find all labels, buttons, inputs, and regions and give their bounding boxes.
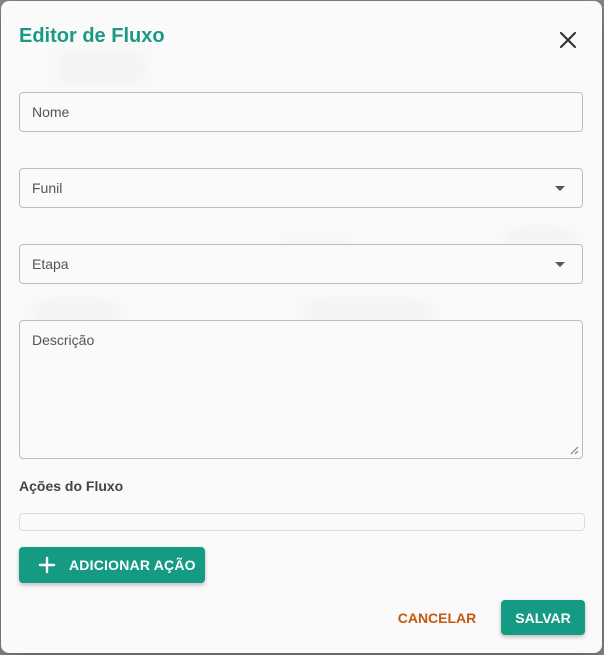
name-field[interactable]: Nome (19, 92, 583, 132)
dialog-title: Editor de Fluxo (19, 25, 165, 47)
add-action-button[interactable]: ADICIONAR AÇÃO (19, 547, 205, 583)
chevron-down-icon (555, 186, 565, 191)
stage-select[interactable]: Etapa (19, 244, 583, 284)
description-placeholder: Descrição (32, 332, 95, 348)
background-blur (56, 51, 146, 85)
resize-handle-icon[interactable] (570, 446, 579, 455)
description-textarea[interactable]: Descrição (19, 320, 583, 459)
plus-icon (38, 556, 56, 574)
stage-placeholder: Etapa (32, 256, 69, 272)
funnel-placeholder: Funil (32, 180, 63, 196)
cancel-button[interactable]: CANCELAR (393, 601, 481, 635)
close-icon[interactable] (557, 29, 579, 51)
save-button[interactable]: SALVAR (501, 600, 585, 635)
flow-actions-list (19, 513, 585, 531)
chevron-down-icon (555, 262, 565, 267)
name-placeholder: Nome (32, 104, 70, 120)
funnel-select[interactable]: Funil (19, 168, 583, 208)
add-action-label: ADICIONAR AÇÃO (69, 557, 196, 573)
flow-editor-dialog: Editor de Fluxo Nome Funil Etapa Descriç… (1, 1, 602, 653)
flow-actions-heading: Ações do Fluxo (19, 478, 124, 494)
